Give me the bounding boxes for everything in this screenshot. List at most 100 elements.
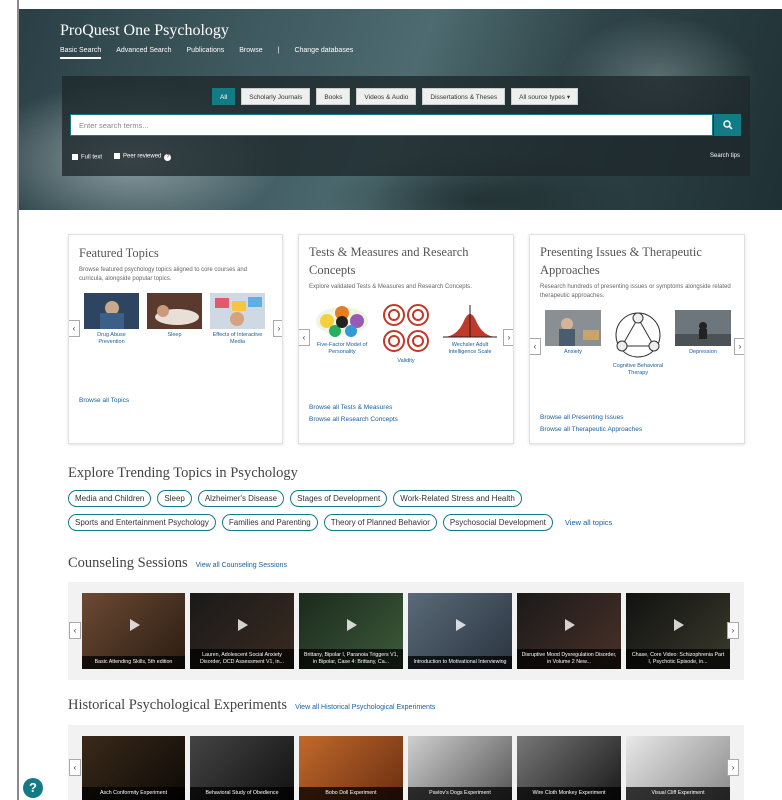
topic-pill[interactable]: Psychosocial Development <box>442 514 553 531</box>
play-icon <box>674 618 684 631</box>
window-edge <box>17 0 19 800</box>
top-nav: Basic Search Advanced Search Publication… <box>60 47 353 59</box>
search-tips-link[interactable]: Search tips <box>710 153 740 159</box>
presenting-item[interactable]: Depression <box>675 310 731 377</box>
topic-pill[interactable]: Work-Related Stress and Health <box>393 490 522 507</box>
chevron-right-icon[interactable]: › <box>734 338 744 355</box>
historical-heading: Historical Psychological Experiments View… <box>68 697 435 714</box>
tests-item[interactable]: Five-Factor Model of Personality <box>313 303 371 365</box>
personality-model-image <box>316 306 368 337</box>
video-card[interactable]: Asch Conformity Experiment <box>82 736 185 800</box>
browse-all-topics-link[interactable]: Browse all Topics <box>79 395 129 407</box>
chevron-left-icon[interactable]: ‹ <box>69 622 81 639</box>
video-title: Chase, Core Video: Schizophrenia Part I,… <box>626 649 730 669</box>
topic-caption: Effects of Interactive Media <box>212 332 263 345</box>
view-all-counseling-link[interactable]: View all Counseling Sessions <box>196 562 287 569</box>
nav-browse[interactable]: Browse <box>239 47 262 59</box>
help-icon[interactable]: ? <box>164 153 172 161</box>
video-card[interactable]: Brittany, Bipolar I, Paranoia Triggers V… <box>299 593 403 669</box>
video-title: Lauren, Adolescent Social Anxiety Disord… <box>190 649 294 669</box>
topic-pill[interactable]: Stages of Development <box>290 490 388 507</box>
presenting-issues-desc: Research hundreds of presenting issues o… <box>540 284 731 299</box>
chevron-left-icon[interactable]: ‹ <box>69 320 80 337</box>
chevron-right-icon[interactable]: › <box>727 622 739 639</box>
video-card[interactable]: Basic Attending Skills, 5th edition <box>82 593 185 669</box>
video-card[interactable]: Pavlov's Dogs Experiment <box>408 736 512 800</box>
chevron-right-icon[interactable]: › <box>503 329 513 346</box>
chevron-left-icon[interactable]: ‹ <box>530 338 541 355</box>
video-card[interactable]: Introduction to Motivational Interviewin… <box>408 593 512 669</box>
video-card[interactable]: Lauren, Adolescent Social Anxiety Disord… <box>190 593 294 669</box>
browse-tests-link[interactable]: Browse all Tests & Measures <box>309 402 398 414</box>
help-button[interactable]: ? <box>23 778 43 798</box>
view-all-historical-link[interactable]: View all Historical Psychological Experi… <box>295 704 435 711</box>
presenting-item[interactable]: Cognitive Behavioral Therapy <box>610 310 666 377</box>
tests-carousel: Five-Factor Model of Personality Validit… <box>313 303 499 365</box>
drug-abuse-image <box>84 293 139 329</box>
nav-change-databases[interactable]: Change databases <box>294 47 353 59</box>
chevron-left-icon[interactable]: ‹ <box>69 759 81 776</box>
topic-pill[interactable]: Sports and Entertainment Psychology <box>68 514 216 531</box>
video-card[interactable]: Behavioral Study of Obedience <box>190 736 294 800</box>
full-text-option[interactable]: Full text <box>72 153 102 160</box>
video-card[interactable]: Wire Cloth Monkey Experiment <box>517 736 621 800</box>
peer-reviewed-label: Peer reviewed <box>123 153 162 160</box>
tests-item[interactable]: Wechsler Adult Intelligence Scale <box>441 303 499 365</box>
depression-image <box>675 310 731 346</box>
topic-item[interactable]: Drug Abuse Prevention <box>84 293 139 346</box>
video-title: Disruptive Mood Dysregulation Disorder, … <box>517 649 621 669</box>
video-card[interactable]: Disruptive Mood Dysregulation Disorder, … <box>517 593 621 669</box>
topic-pill[interactable]: Sleep <box>157 490 192 507</box>
page: ProQuest One Psychology Basic Search Adv… <box>0 0 782 800</box>
tab-all-source-types[interactable]: All source types ▾ <box>511 88 579 105</box>
brand-title[interactable]: ProQuest One Psychology <box>60 22 229 40</box>
counseling-title: Counseling Sessions <box>68 555 188 571</box>
video-card[interactable]: Chase, Core Video: Schizophrenia Part I,… <box>626 593 730 669</box>
full-text-checkbox[interactable] <box>72 153 78 160</box>
topic-item[interactable]: Sleep <box>147 293 202 346</box>
tab-books[interactable]: Books <box>316 88 351 105</box>
browse-concepts-link[interactable]: Browse all Research Concepts <box>309 414 398 426</box>
interactive-media-image <box>210 293 265 329</box>
presenting-caption: Anxiety <box>563 349 583 355</box>
tab-scholarly-journals[interactable]: Scholarly Journals <box>241 88 311 105</box>
nav-divider: | <box>277 47 280 54</box>
browse-approaches-link[interactable]: Browse all Therapeutic Approaches <box>540 424 642 436</box>
search-input[interactable]: Enter search terms... <box>70 114 713 136</box>
topic-pill[interactable]: Theory of Planned Behavior <box>323 514 437 531</box>
source-type-tabs: All Scholarly Journals Books Videos & Au… <box>212 88 579 105</box>
tab-all[interactable]: All <box>212 88 236 105</box>
tests-item[interactable]: Validity <box>381 303 431 365</box>
nav-advanced-search[interactable]: Advanced Search <box>116 47 171 59</box>
video-card[interactable]: Bobo Doll Experiment <box>299 736 403 800</box>
peer-reviewed-checkbox[interactable] <box>114 153 121 159</box>
play-icon <box>129 618 140 631</box>
hero-banner: ProQuest One Psychology Basic Search Adv… <box>19 9 782 210</box>
topic-pill[interactable]: Families and Parenting <box>221 514 318 531</box>
video-title: Visual Cliff Experiment <box>626 787 730 800</box>
nav-basic-search[interactable]: Basic Search <box>60 47 102 59</box>
chevron-down-icon: ▾ <box>566 94 571 101</box>
tests-caption: Five-Factor Model of Personality <box>316 342 368 355</box>
play-icon <box>456 618 466 631</box>
tab-dissertations[interactable]: Dissertations & Theses <box>422 88 506 105</box>
presenting-caption: Cognitive Behavioral Therapy <box>612 363 664 376</box>
topic-pill[interactable]: Media and Children <box>68 490 152 507</box>
search-button[interactable] <box>714 114 741 136</box>
search-icon <box>722 120 733 130</box>
nav-publications[interactable]: Publications <box>187 47 225 59</box>
video-title: Pavlov's Dogs Experiment <box>408 787 512 800</box>
chevron-left-icon[interactable]: ‹ <box>299 329 310 346</box>
view-all-topics-link[interactable]: View all topics <box>565 518 612 527</box>
browse-issues-link[interactable]: Browse all Presenting Issues <box>540 412 642 424</box>
chevron-right-icon[interactable]: › <box>273 320 282 337</box>
tab-videos-audio[interactable]: Videos & Audio <box>356 88 417 105</box>
chevron-right-icon[interactable]: › <box>727 759 739 776</box>
play-icon <box>565 618 575 631</box>
presenting-item[interactable]: Anxiety <box>545 310 601 377</box>
peer-reviewed-option[interactable]: Peer reviewed? <box>114 153 172 161</box>
video-card[interactable]: Visual Cliff Experiment <box>626 736 730 800</box>
topic-item[interactable]: Effects of Interactive Media <box>210 293 265 346</box>
presenting-links: Browse all Presenting Issues Browse all … <box>540 412 642 436</box>
topic-pill[interactable]: Alzheimer's Disease <box>197 490 285 507</box>
